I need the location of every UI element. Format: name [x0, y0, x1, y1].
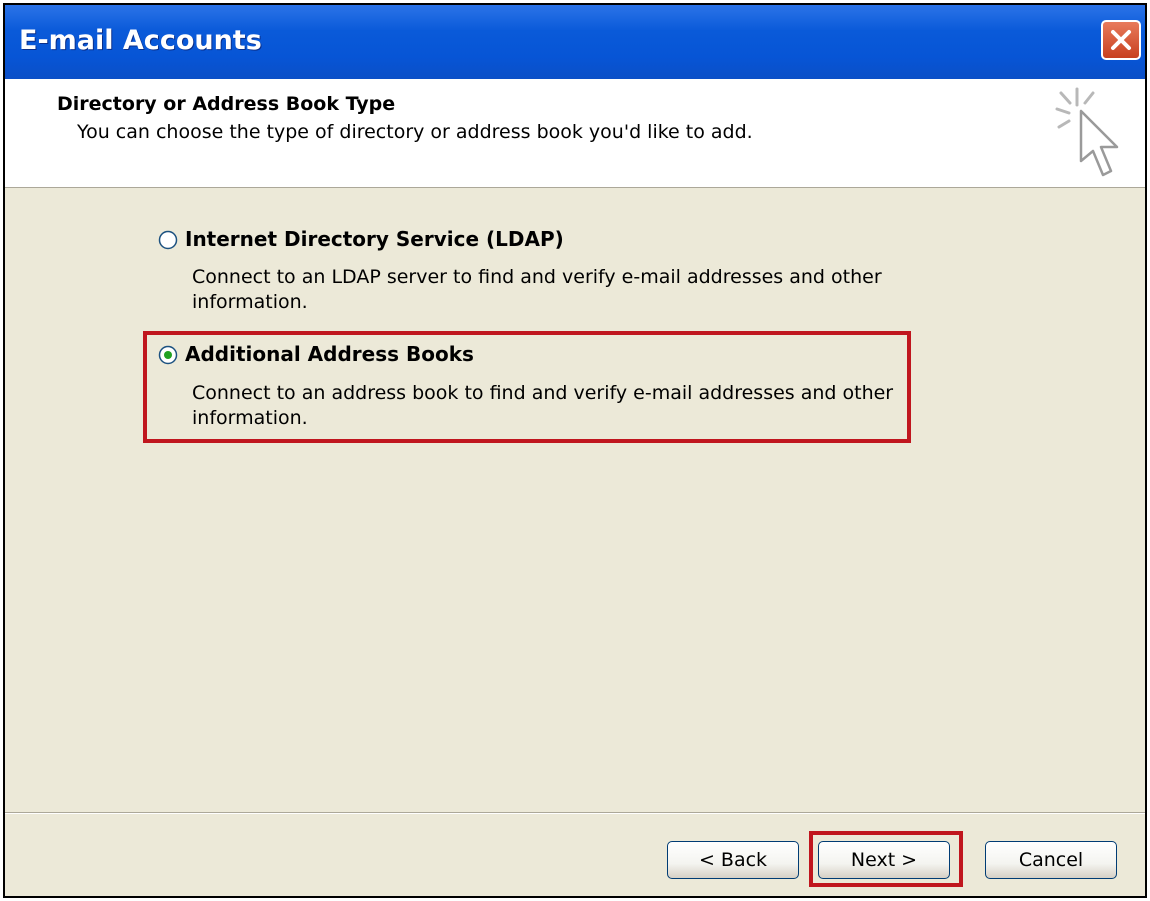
- back-button[interactable]: < Back: [667, 841, 799, 879]
- page-subtitle: You can choose the type of directory or …: [77, 121, 753, 143]
- additional-address-books-radio[interactable]: [158, 345, 178, 365]
- wizard-header: Directory or Address Book Type You can c…: [5, 79, 1145, 188]
- ldap-option-label[interactable]: Internet Directory Service (LDAP): [185, 227, 564, 251]
- additional-address-books-description: Connect to an address book to find and v…: [192, 382, 894, 429]
- next-button[interactable]: Next >: [818, 841, 950, 879]
- page-title: Directory or Address Book Type: [57, 93, 396, 115]
- ldap-radio[interactable]: [158, 230, 178, 250]
- title-bar[interactable]: E-mail Accounts: [5, 5, 1145, 79]
- email-accounts-dialog: E-mail Accounts Directory or Address Boo…: [3, 3, 1147, 898]
- cursor-sparkle-icon: [1055, 87, 1119, 177]
- footer-divider: [5, 812, 1145, 814]
- cancel-button[interactable]: Cancel: [985, 841, 1117, 879]
- ldap-option-description: Connect to an LDAP server to find and ve…: [192, 266, 882, 313]
- window-title: E-mail Accounts: [19, 25, 262, 56]
- close-icon: [1111, 30, 1131, 50]
- close-button[interactable]: [1101, 20, 1141, 60]
- additional-address-books-label[interactable]: Additional Address Books: [185, 342, 474, 366]
